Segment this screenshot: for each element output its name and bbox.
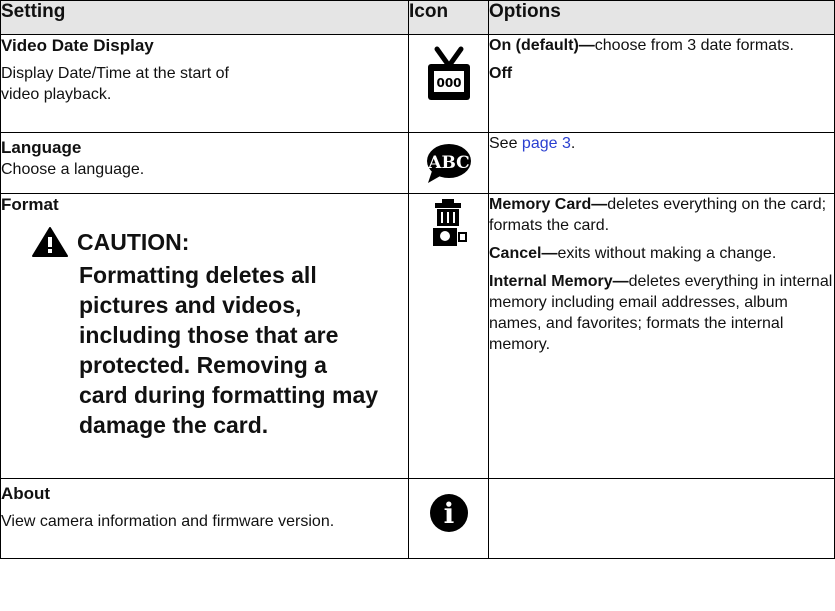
setting-cell: About View camera information and firmwa…	[0, 478, 409, 559]
icon-cell: ABC	[408, 132, 489, 194]
option-item: Cancel—exits without making a change.	[489, 245, 777, 262]
setting-title: Format	[1, 195, 59, 214]
option-item: On (default)—choose from 3 date formats.	[489, 37, 794, 54]
abc-speech-bubble-icon: ABC	[426, 144, 471, 183]
setting-title: Language	[1, 138, 82, 157]
table-row: Format CAUTION: Formatting deletes all p…	[0, 193, 835, 479]
warning-icon	[32, 227, 68, 257]
info-icon: i	[429, 494, 468, 532]
page-link[interactable]: page 3	[522, 135, 571, 152]
setting-cell: Language Choose a language.	[0, 132, 409, 194]
header-row: Setting Icon Options	[0, 0, 835, 35]
setting-cell: Video Date Display Display Date/Time at …	[0, 34, 409, 133]
table-row: Video Date Display Display Date/Time at …	[0, 34, 835, 133]
svg-text:i: i	[443, 497, 454, 530]
icon-cell: i	[408, 478, 489, 559]
option-item: See page 3.	[489, 135, 576, 152]
icon-cell	[408, 193, 489, 479]
header-setting: Setting	[0, 0, 409, 35]
option-item: Off	[489, 65, 513, 82]
caution-label: CAUTION:	[77, 229, 190, 255]
setting-cell: Format CAUTION: Formatting deletes all p…	[0, 193, 409, 479]
caution-text: Formatting deletes all pictures and vide…	[79, 262, 379, 438]
setting-title: Video Date Display	[1, 36, 154, 55]
options-cell	[488, 478, 835, 559]
header-icon: Icon	[408, 0, 489, 35]
option-item: Memory Card—deletes everything on the ca…	[489, 196, 827, 234]
tv-date-icon: 000	[427, 46, 470, 100]
table-row: About View camera information and firmwa…	[0, 478, 835, 559]
caution-box: CAUTION: Formatting deletes all pictures…	[1, 226, 408, 440]
table-row: Language Choose a language. ABC See page…	[0, 132, 835, 194]
options-cell: On (default)—choose from 3 date formats.…	[488, 34, 835, 133]
setting-title: About	[1, 484, 51, 503]
options-cell: Memory Card—deletes everything on the ca…	[488, 193, 835, 479]
setting-description: View camera information and firmware ver…	[1, 513, 335, 530]
options-cell: See page 3.	[488, 132, 835, 194]
icon-cell: 000	[408, 34, 489, 133]
setting-description: Choose a language.	[1, 161, 145, 178]
option-item: Internal Memory—deletes everything in in…	[489, 273, 833, 353]
settings-table: Setting Icon Options Video Date Display …	[0, 0, 835, 559]
svg-text:000: 000	[436, 76, 461, 90]
header-options: Options	[488, 0, 835, 35]
setting-description: Display Date/Time at the start of video …	[1, 65, 229, 103]
trash-memory-card-icon	[432, 199, 467, 246]
svg-text:ABC: ABC	[427, 153, 469, 173]
